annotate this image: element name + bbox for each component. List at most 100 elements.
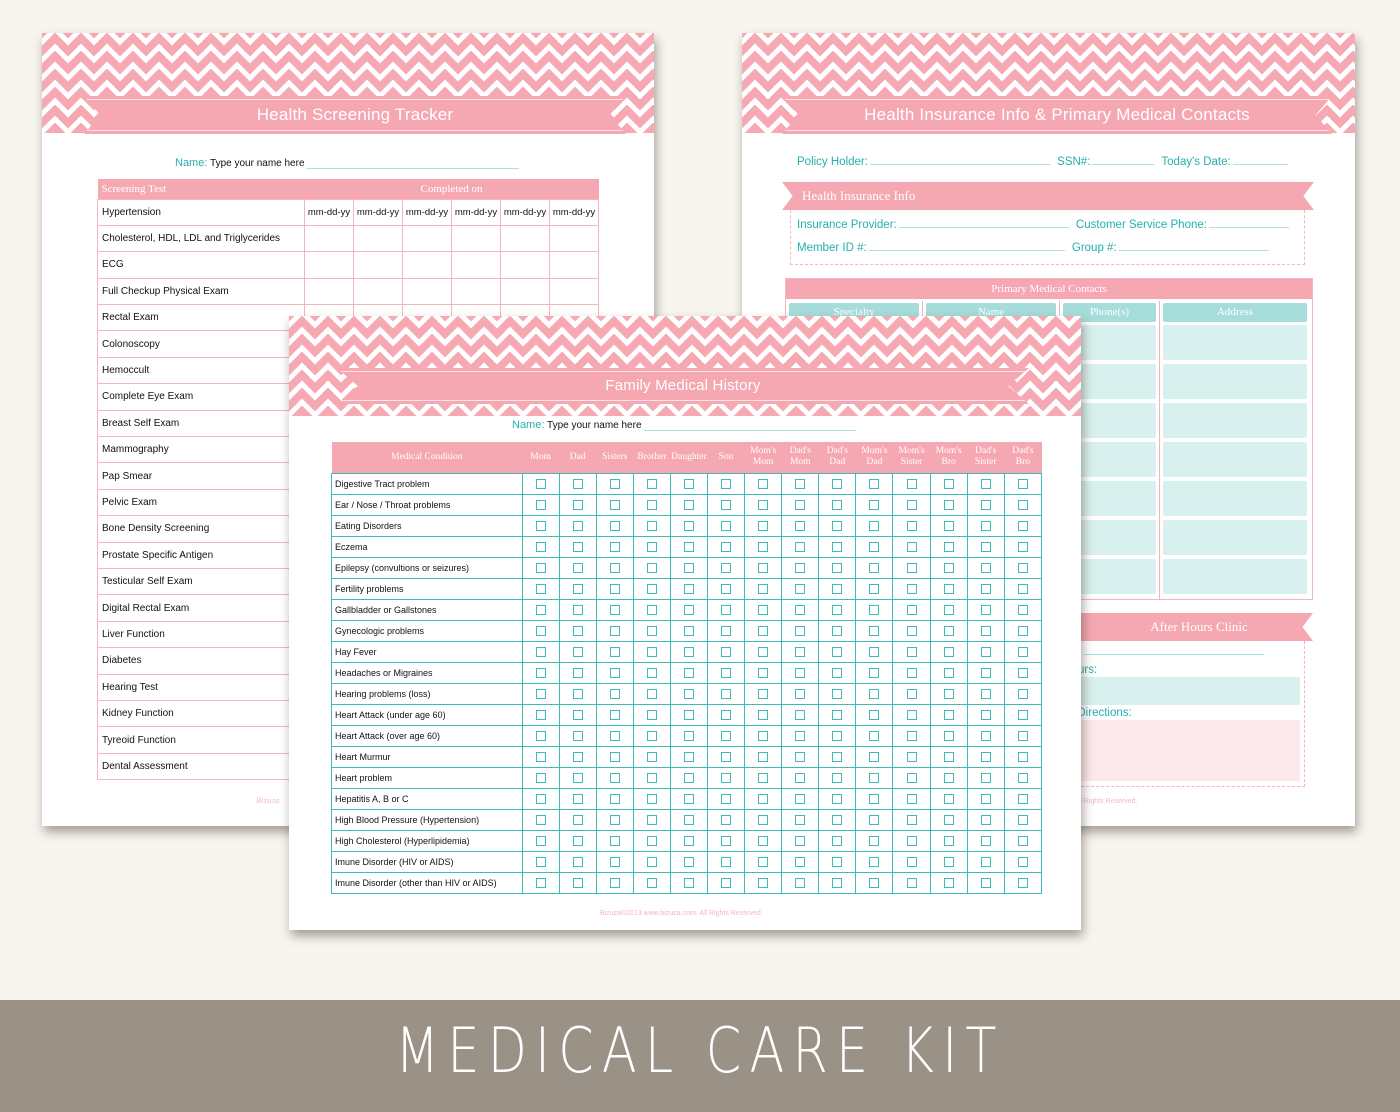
checkbox[interactable] bbox=[906, 667, 917, 678]
contacts-cell[interactable] bbox=[1163, 559, 1307, 594]
group-field[interactable] bbox=[1118, 250, 1269, 251]
checkbox[interactable] bbox=[572, 814, 583, 825]
checkbox[interactable] bbox=[646, 478, 657, 489]
checkbox[interactable] bbox=[1017, 625, 1028, 636]
date-cell[interactable] bbox=[304, 224, 354, 253]
checkbox[interactable] bbox=[758, 520, 769, 531]
checkbox[interactable] bbox=[869, 520, 880, 531]
checkbox[interactable] bbox=[721, 478, 732, 489]
date-cell[interactable] bbox=[500, 251, 550, 279]
checkbox[interactable] bbox=[1017, 646, 1028, 657]
checkbox[interactable] bbox=[721, 646, 732, 657]
checkbox[interactable] bbox=[943, 541, 954, 552]
checkbox[interactable] bbox=[721, 793, 732, 804]
checkbox[interactable] bbox=[721, 583, 732, 594]
checkbox[interactable] bbox=[683, 667, 694, 678]
checkbox[interactable] bbox=[609, 793, 620, 804]
checkbox[interactable] bbox=[646, 709, 657, 720]
clinic-phone-field[interactable] bbox=[1083, 654, 1264, 655]
checkbox[interactable] bbox=[758, 688, 769, 699]
todays-date-field[interactable] bbox=[1232, 164, 1288, 165]
checkbox[interactable] bbox=[906, 856, 917, 867]
checkbox[interactable] bbox=[1017, 856, 1028, 867]
checkbox[interactable] bbox=[609, 709, 620, 720]
checkbox[interactable] bbox=[906, 688, 917, 699]
contacts-cell[interactable] bbox=[1163, 520, 1307, 555]
checkbox[interactable] bbox=[795, 520, 806, 531]
checkbox[interactable] bbox=[721, 730, 732, 741]
date-cell[interactable] bbox=[451, 224, 501, 253]
checkbox[interactable] bbox=[609, 520, 620, 531]
checkbox[interactable] bbox=[832, 814, 843, 825]
checkbox[interactable] bbox=[683, 835, 694, 846]
checkbox[interactable] bbox=[1017, 751, 1028, 762]
checkbox[interactable] bbox=[943, 877, 954, 888]
checkbox[interactable] bbox=[609, 877, 620, 888]
checkbox[interactable] bbox=[683, 688, 694, 699]
checkbox[interactable] bbox=[721, 814, 732, 825]
checkbox[interactable] bbox=[535, 856, 546, 867]
date-cell[interactable] bbox=[549, 251, 599, 279]
checkbox[interactable] bbox=[646, 583, 657, 594]
checkbox[interactable] bbox=[535, 562, 546, 573]
checkbox[interactable] bbox=[795, 604, 806, 615]
checkbox[interactable] bbox=[906, 709, 917, 720]
checkbox[interactable] bbox=[572, 835, 583, 846]
checkbox[interactable] bbox=[535, 772, 546, 783]
checkbox[interactable] bbox=[869, 646, 880, 657]
checkbox[interactable] bbox=[758, 499, 769, 510]
checkbox[interactable] bbox=[683, 793, 694, 804]
checkbox[interactable] bbox=[721, 856, 732, 867]
name-field[interactable]: Name: Type your name here bbox=[512, 419, 857, 431]
checkbox[interactable] bbox=[609, 583, 620, 594]
date-cell[interactable] bbox=[402, 251, 452, 279]
checkbox[interactable] bbox=[869, 793, 880, 804]
checkbox[interactable] bbox=[869, 604, 880, 615]
checkbox[interactable] bbox=[683, 499, 694, 510]
checkbox[interactable] bbox=[943, 709, 954, 720]
checkbox[interactable] bbox=[683, 814, 694, 825]
checkbox[interactable] bbox=[535, 583, 546, 594]
checkbox[interactable] bbox=[795, 856, 806, 867]
checkbox[interactable] bbox=[1017, 520, 1028, 531]
checkbox[interactable] bbox=[795, 499, 806, 510]
checkbox[interactable] bbox=[906, 625, 917, 636]
checkbox[interactable] bbox=[1017, 814, 1028, 825]
checkbox[interactable] bbox=[943, 730, 954, 741]
date-cell[interactable] bbox=[549, 277, 599, 306]
checkbox[interactable] bbox=[943, 688, 954, 699]
checkbox[interactable] bbox=[943, 499, 954, 510]
checkbox[interactable] bbox=[646, 835, 657, 846]
checkbox[interactable] bbox=[535, 709, 546, 720]
checkbox[interactable] bbox=[535, 793, 546, 804]
checkbox[interactable] bbox=[758, 751, 769, 762]
date-cell[interactable] bbox=[451, 251, 501, 279]
checkbox[interactable] bbox=[832, 709, 843, 720]
checkbox[interactable] bbox=[683, 751, 694, 762]
checkbox[interactable] bbox=[832, 499, 843, 510]
checkbox[interactable] bbox=[535, 877, 546, 888]
checkbox[interactable] bbox=[758, 646, 769, 657]
checkbox[interactable] bbox=[683, 877, 694, 888]
checkbox[interactable] bbox=[869, 835, 880, 846]
checkbox[interactable] bbox=[609, 667, 620, 678]
checkbox[interactable] bbox=[906, 730, 917, 741]
checkbox[interactable] bbox=[646, 856, 657, 867]
date-cell[interactable] bbox=[549, 224, 599, 253]
checkbox[interactable] bbox=[869, 688, 880, 699]
checkbox[interactable] bbox=[906, 793, 917, 804]
checkbox[interactable] bbox=[721, 541, 732, 552]
checkbox[interactable] bbox=[832, 877, 843, 888]
checkbox[interactable] bbox=[758, 709, 769, 720]
checkbox[interactable] bbox=[646, 772, 657, 783]
checkbox[interactable] bbox=[869, 772, 880, 783]
checkbox[interactable] bbox=[795, 625, 806, 636]
date-cell[interactable]: mm-dd-yy bbox=[304, 198, 354, 226]
checkbox[interactable] bbox=[980, 604, 991, 615]
checkbox[interactable] bbox=[1017, 730, 1028, 741]
checkbox[interactable] bbox=[758, 814, 769, 825]
checkbox[interactable] bbox=[869, 814, 880, 825]
checkbox[interactable] bbox=[758, 730, 769, 741]
checkbox[interactable] bbox=[1017, 499, 1028, 510]
checkbox[interactable] bbox=[906, 541, 917, 552]
